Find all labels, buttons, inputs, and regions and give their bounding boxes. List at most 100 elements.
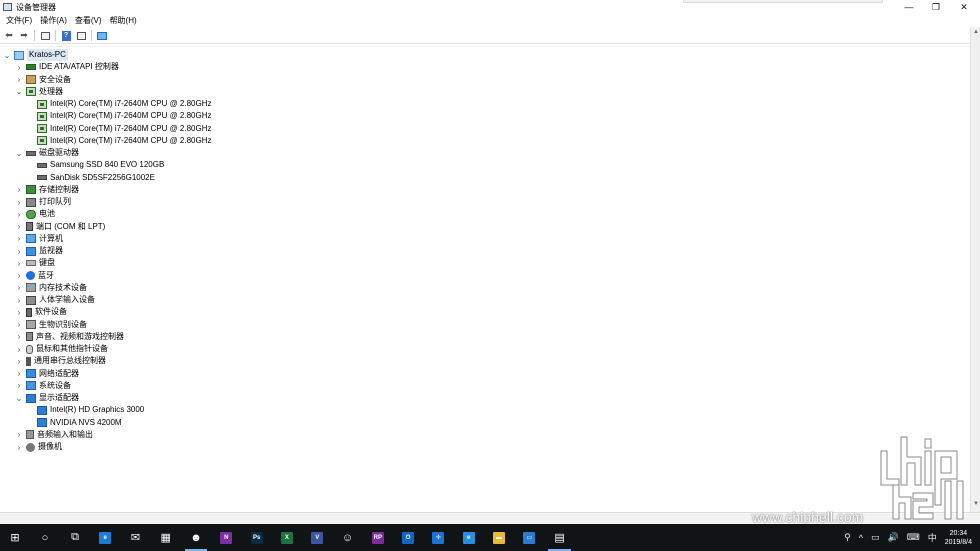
help-button[interactable]: ? — [60, 30, 72, 42]
collapse-icon[interactable]: ⌄ — [3, 50, 11, 60]
collapse-icon[interactable]: ⌄ — [15, 148, 23, 158]
tree-category[interactable]: › 鼠标和其他指针设备 — [15, 343, 108, 355]
tree-category[interactable]: › 软件设备 — [15, 306, 67, 318]
menu-file[interactable]: 文件(F) — [2, 15, 36, 26]
expand-icon[interactable]: › — [15, 430, 23, 440]
expand-icon[interactable]: › — [15, 271, 23, 281]
tree-device[interactable]: NVIDIA NVS 4200M — [37, 417, 122, 429]
tree-category[interactable]: › 电池 — [15, 208, 55, 220]
visio-icon[interactable]: V — [302, 524, 332, 551]
collapse-icon[interactable]: ⌄ — [15, 87, 23, 97]
outlook-icon[interactable]: O — [393, 524, 423, 551]
tree-category[interactable]: › 监视器 — [15, 245, 63, 257]
expand-icon[interactable]: › — [15, 369, 23, 379]
tree-category[interactable]: › 端口 (COM 和 LPT) — [15, 221, 105, 233]
tree-category[interactable]: ⌄ 处理器 — [15, 86, 63, 98]
tree-device[interactable]: Intel(R) HD Graphics 3000 — [37, 404, 144, 416]
tree-device[interactable]: SanDisk SD5SF2256G1002E — [37, 172, 155, 184]
expand-icon[interactable]: › — [15, 62, 23, 72]
expand-icon[interactable]: › — [15, 197, 23, 207]
edge-icon[interactable]: e — [90, 524, 120, 551]
expand-icon[interactable]: › — [15, 75, 23, 85]
tree-category[interactable]: › 计算机 — [15, 233, 63, 245]
menu-help[interactable]: 帮助(H) — [106, 15, 141, 26]
menu-action[interactable]: 操作(A) — [36, 15, 71, 26]
tree-category[interactable]: › 存储控制器 — [15, 184, 79, 196]
back-button[interactable]: ⬅ — [3, 30, 15, 42]
expand-icon[interactable]: › — [15, 381, 23, 391]
tree-category[interactable]: › 内存技术设备 — [15, 282, 87, 294]
tree-category[interactable]: › 安全设备 — [15, 74, 71, 86]
tree-device[interactable]: Intel(R) Core(TM) i7-2640M CPU @ 2.80GHz — [37, 110, 212, 122]
mail-icon[interactable]: ✉ — [120, 524, 150, 551]
expand-icon[interactable]: › — [15, 356, 23, 366]
tray-icon[interactable]: ⚲ — [844, 532, 851, 543]
tray-icon[interactable]: ^ — [859, 533, 863, 543]
tree-device[interactable]: Intel(R) Core(TM) i7-2640M CPU @ 2.80GHz — [37, 135, 212, 147]
tray-icon[interactable]: ▭ — [871, 532, 880, 543]
tree-category[interactable]: ⌄ 显示适配器 — [15, 392, 79, 404]
tree-category[interactable]: › 通用串行总线控制器 — [15, 355, 106, 367]
show-hide-console-tree-button[interactable] — [39, 30, 51, 42]
tree-category[interactable]: › 摄像机 — [15, 441, 62, 453]
start-button[interactable]: ⊞ — [0, 524, 30, 551]
tree-category[interactable]: › 生物识别设备 — [15, 319, 87, 331]
expand-icon[interactable]: › — [15, 307, 23, 317]
tree-category-label: 键盘 — [39, 258, 55, 268]
excel-icon[interactable]: X — [272, 524, 302, 551]
tree-category[interactable]: › 系统设备 — [15, 380, 71, 392]
expand-icon[interactable]: › — [15, 185, 23, 195]
onenote-icon[interactable]: N — [211, 524, 241, 551]
properties-button[interactable] — [75, 30, 87, 42]
close-button[interactable]: ✕ — [950, 0, 978, 14]
tree-category[interactable]: › IDE ATA/ATAPI 控制器 — [15, 61, 119, 73]
scan-hardware-button[interactable] — [96, 30, 108, 42]
tray-icon[interactable]: ⌨ — [907, 532, 920, 543]
tree-category[interactable]: › 声音、视频和游戏控制器 — [15, 331, 124, 343]
tree-category[interactable]: › 键盘 — [15, 257, 55, 269]
device-manager-task-icon[interactable]: ▤ — [544, 524, 574, 551]
scroll-up-icon[interactable]: ▲ — [973, 29, 979, 35]
ie-icon[interactable]: e — [454, 524, 484, 551]
app-icon[interactable]: ☻ — [181, 524, 211, 551]
expand-icon[interactable]: › — [15, 442, 23, 452]
expand-icon[interactable]: › — [15, 258, 23, 268]
tree-root[interactable]: ⌄ Kratos-PC — [3, 49, 68, 61]
tray-icon[interactable]: 🔊 — [888, 532, 899, 543]
tree-category[interactable]: ⌄ 磁盘驱动器 — [15, 147, 79, 159]
tree-category[interactable]: › 人体学输入设备 — [15, 294, 95, 306]
clock[interactable]: 20:34 2019/8/4 — [945, 529, 972, 547]
edge-glyph: e — [99, 531, 112, 544]
tree-category[interactable]: › 网络适配器 — [15, 368, 79, 380]
tree-category[interactable]: › 蓝牙 — [15, 270, 54, 282]
expand-icon[interactable]: › — [15, 283, 23, 293]
menu-view[interactable]: 查看(V) — [71, 15, 106, 26]
expand-icon[interactable]: › — [15, 344, 23, 354]
network-app-icon[interactable]: ✢ — [423, 524, 453, 551]
tray-icon[interactable]: 中 — [928, 531, 937, 544]
expand-icon[interactable]: › — [15, 222, 23, 232]
folder-icon[interactable]: ▬ — [484, 524, 514, 551]
expand-icon[interactable]: › — [15, 246, 23, 256]
maximize-button[interactable]: ❐ — [922, 0, 950, 14]
expand-icon[interactable]: › — [15, 234, 23, 244]
tree-category[interactable]: › 音频输入和输出 — [15, 429, 93, 441]
expand-icon[interactable]: › — [15, 209, 23, 219]
photoshop-icon[interactable]: Ps — [241, 524, 271, 551]
minimize-button[interactable]: — — [895, 0, 923, 14]
expand-icon[interactable]: › — [15, 332, 23, 342]
remote-desktop-icon[interactable]: ▭ — [514, 524, 544, 551]
task-view-button[interactable]: ⧉ — [60, 524, 90, 551]
tree-device[interactable]: Samsung SSD 840 EVO 120GB — [37, 159, 164, 171]
expand-icon[interactable]: › — [15, 295, 23, 305]
tree-device[interactable]: Intel(R) Core(TM) i7-2640M CPU @ 2.80GHz — [37, 98, 212, 110]
emoji-app-icon[interactable]: ☺ — [332, 524, 362, 551]
rp-icon[interactable]: RP — [363, 524, 393, 551]
forward-button[interactable]: ➡ — [18, 30, 30, 42]
tree-device[interactable]: Intel(R) Core(TM) i7-2640M CPU @ 2.80GHz — [37, 123, 212, 135]
expand-icon[interactable]: › — [15, 320, 23, 330]
tree-category[interactable]: › 打印队列 — [15, 196, 71, 208]
collapse-icon[interactable]: ⌄ — [15, 393, 23, 403]
store-icon[interactable]: ▦ — [151, 524, 181, 551]
search-button[interactable]: ○ — [30, 524, 60, 551]
